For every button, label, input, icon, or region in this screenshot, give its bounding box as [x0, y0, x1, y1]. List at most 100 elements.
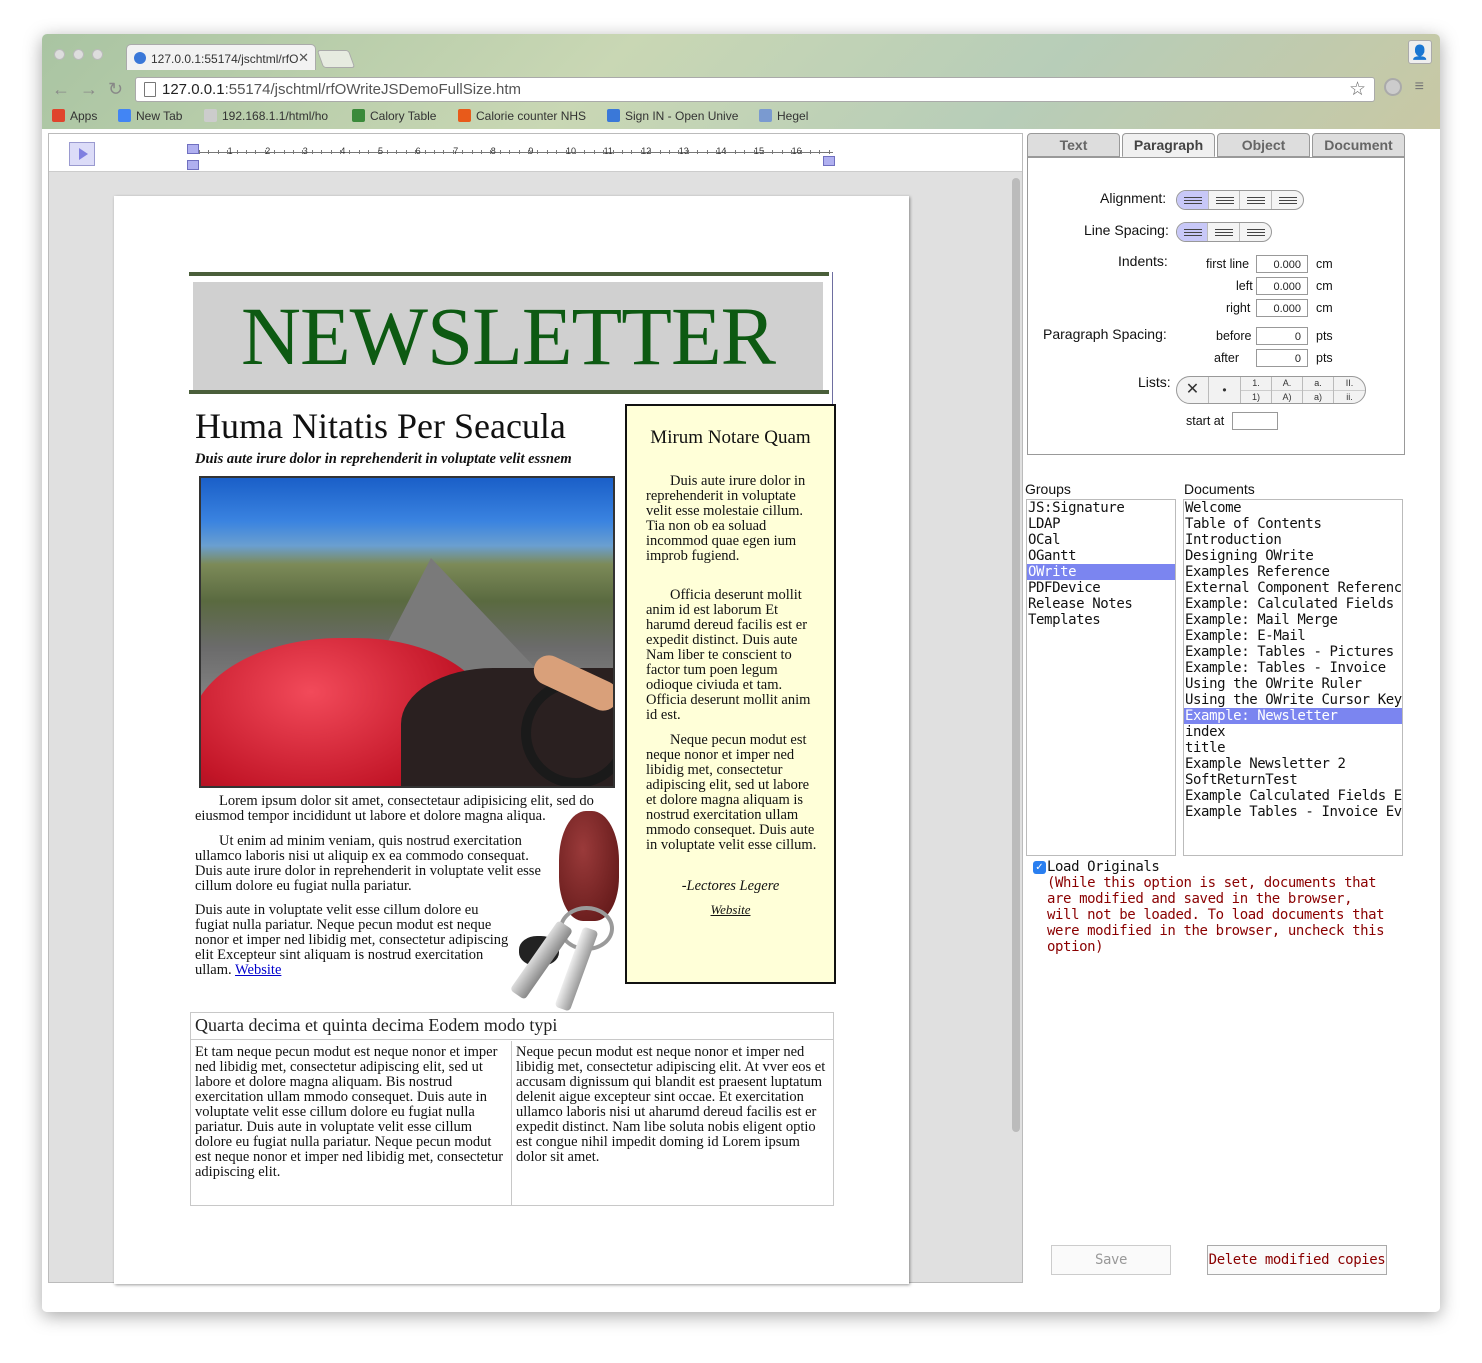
minimize-dot[interactable]: [73, 49, 84, 60]
group-item[interactable]: PDFDevice: [1027, 580, 1175, 596]
after-spacing-input[interactable]: [1256, 349, 1308, 367]
extension-icon[interactable]: [1384, 78, 1402, 96]
document-item[interactable]: Example Calculated Fields Eval: [1184, 788, 1402, 804]
address-bar[interactable]: 127.0.0.1:55174/jschtml/rfOWriteJSDemoFu…: [135, 77, 1375, 102]
document-item[interactable]: SoftReturnTest: [1184, 772, 1402, 788]
list-none-icon[interactable]: ✕: [1177, 377, 1209, 403]
documents-list[interactable]: Welcome Table of Contents Introduction Desi…: [1183, 499, 1403, 856]
list-style-selector[interactable]: ✕ • 1. 1) A. A) a. a) II. ii.: [1176, 376, 1366, 404]
first-line-indent-marker[interactable]: [187, 144, 199, 154]
zoom-dot[interactable]: [92, 49, 103, 60]
group-item[interactable]: OCal: [1027, 532, 1175, 548]
start-at-input[interactable]: [1232, 412, 1278, 430]
document-page[interactable]: NEWSLETTER Huma Nitatis Per Seacula Duis…: [114, 196, 909, 1284]
group-item[interactable]: Templates: [1027, 612, 1175, 628]
group-item[interactable]: JS:Signature: [1027, 500, 1175, 516]
bookmark-star-icon[interactable]: ☆: [1349, 78, 1366, 101]
alignment-selector[interactable]: [1176, 190, 1304, 210]
document-item[interactable]: Example Newsletter 2: [1184, 756, 1402, 772]
document-item[interactable]: Example: Tables - Pictures: [1184, 644, 1402, 660]
bookmark-item[interactable]: Hegel: [759, 109, 808, 123]
spacing-single-icon[interactable]: [1177, 223, 1209, 241]
menu-icon[interactable]: ≡: [1415, 78, 1424, 96]
tab-close-icon[interactable]: ✕: [298, 50, 309, 66]
align-right-icon[interactable]: [1240, 191, 1272, 209]
list-style-option[interactable]: a. a): [1303, 377, 1334, 403]
document-item[interactable]: Example: Newsletter: [1184, 708, 1402, 724]
sidebar-website-link[interactable]: Website: [627, 902, 834, 918]
spacing-double-icon[interactable]: [1240, 223, 1271, 241]
list-style-option[interactable]: 1. 1): [1241, 377, 1272, 403]
bookmark-item[interactable]: New Tab: [118, 109, 182, 123]
document-item[interactable]: Example: Tables - Invoice: [1184, 660, 1402, 676]
load-originals-label[interactable]: Load Originals: [1047, 859, 1387, 875]
document-item[interactable]: Using the OWrite Cursor Keys: [1184, 692, 1402, 708]
groups-list[interactable]: JS:Signature LDAP OCal OGantt OWrite PDFDevic…: [1026, 499, 1176, 856]
align-center-icon[interactable]: [1209, 191, 1240, 209]
ruler-tick: [283, 150, 285, 154]
align-justify-icon[interactable]: [1272, 191, 1303, 209]
forward-icon[interactable]: →: [80, 79, 98, 100]
document-item[interactable]: Example: Mail Merge: [1184, 612, 1402, 628]
reload-icon[interactable]: ↻: [108, 79, 123, 100]
new-tab-button[interactable]: [316, 50, 356, 68]
ruler-tick: [631, 150, 633, 154]
document-item[interactable]: Welcome: [1184, 500, 1402, 516]
list-bullet-icon[interactable]: •: [1209, 377, 1241, 403]
bookmark-item[interactable]: Calorie counter NHS: [458, 109, 586, 123]
save-button[interactable]: Save: [1051, 1245, 1171, 1275]
align-left-icon[interactable]: [1177, 191, 1209, 209]
document-item[interactable]: Example: Calculated Fields: [1184, 596, 1402, 612]
list-style-option[interactable]: A. A): [1272, 377, 1303, 403]
document-item[interactable]: index: [1184, 724, 1402, 740]
browser-tab[interactable]: 127.0.0.1:55174/jschtml/rfO ✕: [126, 44, 316, 70]
left-indent-input[interactable]: [1256, 277, 1308, 295]
right-indent-input[interactable]: [1256, 299, 1308, 317]
document-item[interactable]: Using the OWrite Ruler: [1184, 676, 1402, 692]
vertical-scrollbar[interactable]: [1012, 178, 1020, 1132]
left-indent-marker[interactable]: [187, 160, 199, 170]
before-spacing-input[interactable]: [1256, 327, 1308, 345]
tab-object[interactable]: Object: [1217, 133, 1310, 157]
document-item[interactable]: Table of Contents: [1184, 516, 1402, 532]
document-item[interactable]: External Component Reference: [1184, 580, 1402, 596]
group-item[interactable]: OGantt: [1027, 548, 1175, 564]
list-style-label: A): [1282, 392, 1292, 402]
document-item[interactable]: title: [1184, 740, 1402, 756]
document-item[interactable]: Introduction: [1184, 532, 1402, 548]
ruler[interactable]: 1 2 3 4 5 6 7 8 9 10 11 12 13 14 15 16: [49, 134, 1022, 172]
tab-paragraph[interactable]: Paragraph: [1122, 133, 1215, 157]
delete-modified-copies-button[interactable]: Delete modified copies: [1207, 1245, 1387, 1275]
list-style-option[interactable]: II. ii.: [1334, 377, 1365, 403]
load-originals-checkbox[interactable]: ✓: [1033, 861, 1046, 874]
tab-text[interactable]: Text: [1027, 133, 1120, 157]
bookmark-item[interactable]: 192.168.1.1/html/ho: [204, 109, 328, 123]
spacing-one-half-icon[interactable]: [1208, 223, 1240, 241]
ruler-tick: [810, 150, 811, 154]
document-item[interactable]: Examples Reference: [1184, 564, 1402, 580]
bookmark-item[interactable]: Apps: [52, 109, 97, 123]
website-link[interactable]: Website: [235, 962, 281, 978]
group-item[interactable]: Release Notes: [1027, 596, 1175, 612]
first-line-indent-input[interactable]: [1256, 255, 1308, 273]
load-originals-note: (While this option is set, documents tha…: [1047, 875, 1385, 955]
ruler-tick: [650, 150, 652, 154]
ruler-toggle-button[interactable]: [69, 142, 95, 166]
document-item[interactable]: Designing OWrite: [1184, 548, 1402, 564]
right-indent-marker[interactable]: [823, 156, 835, 166]
line-spacing-selector[interactable]: [1176, 222, 1272, 242]
car-road-photo: [199, 476, 615, 788]
close-dot[interactable]: [54, 49, 65, 60]
document-item[interactable]: Example: E-Mail: [1184, 628, 1402, 644]
profile-icon[interactable]: 👤: [1408, 40, 1432, 64]
ruler-tick: [659, 150, 661, 154]
tab-document[interactable]: Document: [1312, 133, 1405, 157]
group-item[interactable]: LDAP: [1027, 516, 1175, 532]
window-controls[interactable]: [54, 47, 111, 65]
bookmark-item[interactable]: Sign IN - Open Unive: [607, 109, 738, 123]
back-icon[interactable]: ←: [52, 79, 70, 100]
document-item[interactable]: Example Tables - Invoice Eval: [1184, 804, 1402, 820]
group-item[interactable]: OWrite: [1027, 564, 1175, 580]
ruler-tick: [358, 150, 360, 154]
bookmark-item[interactable]: Calory Table: [352, 109, 436, 123]
